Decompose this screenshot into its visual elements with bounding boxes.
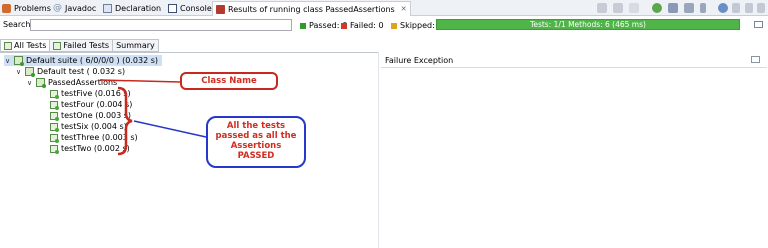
declaration-icon: [103, 4, 112, 13]
skipped-count: Skipped: 0: [391, 21, 442, 30]
callout-line: All the tests: [226, 121, 286, 131]
tree-method-node[interactable]: testSix (0.004 s): [50, 121, 127, 132]
close-icon[interactable]: ✕: [401, 5, 407, 13]
tree-method-node[interactable]: testThree (0.003 s): [50, 132, 138, 143]
search-status-row: Search: Passed: 6 Failed: 0 Skipped: 0 T…: [0, 17, 768, 33]
passed-count: Passed: 6: [300, 21, 347, 30]
callout-line: passed as all the: [215, 131, 297, 141]
chevron-down-icon[interactable]: ∨: [26, 79, 33, 87]
tab-summary-label: Summary: [116, 41, 155, 50]
tab-summary[interactable]: Summary: [112, 39, 159, 52]
tree-method-node[interactable]: testOne (0.003 s): [50, 110, 131, 121]
globe-icon[interactable]: [718, 3, 728, 13]
problems-icon: [2, 4, 11, 13]
chevron-down-icon[interactable]: ∨: [15, 68, 22, 76]
history-icon[interactable]: [684, 3, 694, 13]
method-passed-icon: [50, 89, 59, 99]
tab-all-tests-label: All Tests: [14, 41, 47, 50]
tab-testng-results-label: Results of running class PassedAssertion…: [228, 4, 395, 14]
failure-exception-pane: Failure Exception: [378, 52, 768, 248]
tab-javadoc-label: Javadoc: [65, 4, 97, 13]
layout-icon[interactable]: [754, 21, 763, 28]
failed-tests-icon: [53, 41, 62, 50]
result-subtabs: All Tests Failed Tests Summary: [0, 39, 159, 52]
testng-icon: [216, 4, 225, 14]
tab-testng-results[interactable]: Results of running class PassedAssertion…: [212, 1, 411, 16]
failure-exception-title: Failure Exception: [385, 56, 454, 65]
suite-icon: [14, 56, 24, 66]
tab-all-tests[interactable]: All Tests: [0, 39, 50, 52]
callout-line: Assertions: [230, 141, 282, 151]
tab-problems[interactable]: Problems: [2, 2, 51, 15]
view-menu-icon[interactable]: [732, 3, 740, 13]
class-name-callout: Class Name: [180, 72, 278, 90]
suite-label: Default suite ( 6/0/0/0 ) (0.032 s): [26, 56, 159, 65]
progress-bar: Tests: 1/1 Methods: 6 (465 ms): [436, 19, 740, 30]
method-label: testFive (0.016 s): [61, 89, 131, 98]
stop-icon[interactable]: [629, 3, 639, 13]
view-tab-strip: Problems @ Javadoc Declaration Console R…: [0, 0, 768, 16]
method-label: testTwo (0.002 s): [61, 144, 130, 153]
method-passed-icon: [50, 133, 59, 143]
maximize-icon[interactable]: [757, 3, 765, 13]
tab-javadoc[interactable]: @ Javadoc: [53, 2, 96, 15]
tab-declaration[interactable]: Declaration: [103, 2, 161, 15]
console-icon: [168, 4, 177, 13]
class-icon: [36, 78, 46, 88]
tests-passed-callout: All the tests passed as all the Assertio…: [206, 116, 306, 168]
tab-console[interactable]: Console: [168, 2, 212, 15]
tab-problems-label: Problems: [14, 4, 51, 13]
chevron-down-icon[interactable]: ∨: [4, 57, 11, 65]
failed-count-label: Failed: 0: [350, 21, 384, 30]
rerun-icon[interactable]: [652, 3, 662, 13]
tree-class-node[interactable]: ∨ PassedAssertions: [26, 77, 117, 88]
minimize-icon[interactable]: [745, 3, 753, 13]
next-failure-icon[interactable]: [613, 3, 623, 13]
javadoc-icon: @: [53, 3, 62, 13]
passed-icon: [300, 22, 306, 29]
method-label: testFour (0.004 s): [61, 100, 133, 109]
tab-failed-tests-label: Failed Tests: [63, 41, 110, 50]
failed-count: Failed: 0: [341, 21, 384, 30]
search-input[interactable]: [30, 19, 292, 31]
chevron-down-icon[interactable]: [700, 3, 706, 13]
maximize-pane-icon[interactable]: [751, 56, 760, 63]
method-passed-icon: [50, 144, 59, 154]
method-label: testThree (0.003 s): [61, 133, 138, 142]
tree-method-node[interactable]: testTwo (0.002 s): [50, 143, 130, 154]
search-label: Search:: [3, 20, 34, 29]
skipped-icon: [391, 22, 397, 29]
tree-method-node[interactable]: testFive (0.016 s): [50, 88, 131, 99]
tab-failed-tests[interactable]: Failed Tests: [49, 39, 113, 52]
failed-icon: [341, 22, 347, 29]
tab-declaration-label: Declaration: [115, 4, 162, 13]
class-label: PassedAssertions: [48, 78, 118, 87]
divider: [381, 67, 767, 68]
tree-method-node[interactable]: testFour (0.004 s): [50, 99, 132, 110]
all-tests-icon: [4, 41, 12, 50]
previous-failure-icon[interactable]: [597, 3, 607, 13]
method-label: testSix (0.004 s): [61, 122, 127, 131]
method-passed-icon: [50, 122, 59, 132]
test-icon: [25, 67, 35, 77]
method-passed-icon: [50, 111, 59, 121]
tree-suite-node[interactable]: ∨ Default suite ( 6/0/0/0 ) (0.032 s): [4, 55, 163, 66]
test-label: Default test ( 0.032 s): [37, 67, 126, 76]
rerun-failed-icon[interactable]: [668, 3, 678, 13]
method-passed-icon: [50, 100, 59, 110]
method-label: testOne (0.003 s): [61, 111, 132, 120]
tree-test-node[interactable]: ∨ Default test ( 0.032 s): [15, 66, 125, 77]
tab-console-label: Console: [180, 4, 212, 13]
callout-line: PASSED: [237, 151, 275, 161]
